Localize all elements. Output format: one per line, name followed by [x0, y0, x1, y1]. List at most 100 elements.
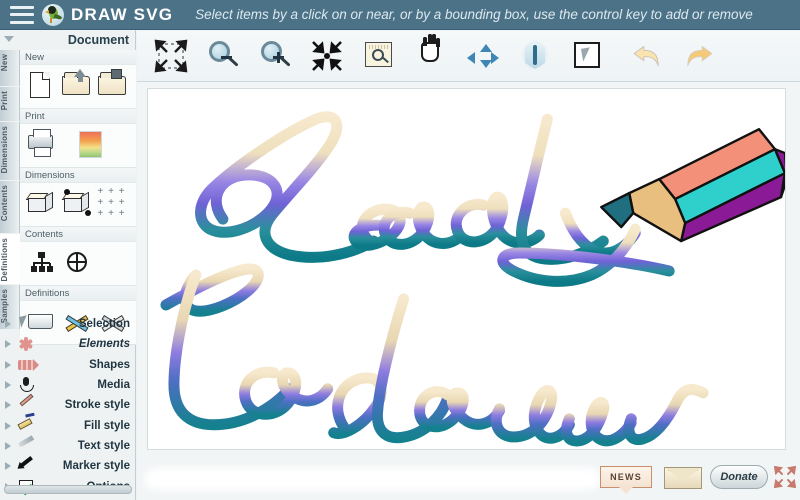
- structure-tree-icon[interactable]: [23, 245, 57, 281]
- canvas-artwork: [160, 111, 785, 447]
- drawing-canvas[interactable]: [147, 88, 786, 450]
- app-header: DRAW SVG Select items by a click on or n…: [0, 0, 800, 30]
- sidebar-item-label: Elements: [78, 338, 130, 351]
- expand-triangle-icon: [5, 381, 11, 390]
- tab-definitions-label: Definitions: [0, 238, 9, 282]
- expand-triangle-icon: [5, 421, 11, 430]
- pan-button[interactable]: [413, 34, 449, 74]
- canvas-size-icon[interactable]: [23, 186, 57, 222]
- zoom-in-button[interactable]: [257, 38, 293, 74]
- save-file-icon[interactable]: [95, 68, 129, 104]
- marker-arrow-icon: [16, 456, 36, 475]
- flip-vertical-button[interactable]: [517, 38, 553, 74]
- export-image-icon[interactable]: [73, 127, 107, 163]
- paint-roller-icon: [16, 417, 36, 435]
- sidebar-vertical-tabs: New Print Dimensions Contents Definition…: [0, 50, 20, 329]
- canvas-viewport[interactable]: [137, 82, 800, 456]
- shapes-icon: [16, 356, 39, 374]
- expand-triangle-icon: [5, 360, 11, 369]
- sidebar-tool-panel: New Print Dimensions + + + + + + + + + C…: [20, 50, 136, 345]
- donate-button[interactable]: Donate: [710, 465, 768, 489]
- alignment-grid-icon[interactable]: + + + + + + + + +: [95, 186, 129, 222]
- flower-shape-icon: [16, 335, 36, 353]
- redo-button[interactable]: [681, 38, 717, 74]
- expand-triangle-icon: [5, 401, 11, 410]
- new-document-icon[interactable]: [23, 68, 57, 104]
- sidebar-item-label: Stroke style: [64, 399, 130, 412]
- expand-triangle-icon: [5, 441, 11, 450]
- tab-definitions[interactable]: Definitions: [0, 234, 20, 284]
- expand-arrows-icon: [154, 39, 188, 73]
- sidebar-item-stroke-style[interactable]: Stroke style: [0, 393, 136, 415]
- sidebar-item-marker-style[interactable]: Marker style: [0, 456, 136, 476]
- tab-dimensions-label: Dimensions: [0, 126, 9, 174]
- sidebar-accordion: Selection Elements Shapes Media Stroke s…: [0, 314, 136, 497]
- group-new-label: New: [20, 50, 136, 65]
- sidebar-item-label: Fill style: [83, 419, 130, 432]
- undo-arrow-icon: [633, 45, 659, 67]
- collapse-arrows-icon: [312, 41, 342, 71]
- resize-handles-icon[interactable]: [59, 186, 93, 222]
- donate-button-label: Donate: [720, 471, 758, 483]
- sidebar-item-media[interactable]: Media: [0, 375, 136, 395]
- expand-triangle-icon: [5, 320, 11, 329]
- news-button[interactable]: NEWS: [600, 466, 652, 494]
- tab-print-label: Print: [0, 91, 9, 111]
- sidebar-item-shapes[interactable]: Shapes: [0, 355, 136, 375]
- group-dimensions-label: Dimensions: [20, 168, 136, 183]
- fit-to-screen-button[interactable]: [153, 38, 189, 74]
- expand-triangle-icon: [5, 462, 11, 471]
- cursor-arrow-icon: [16, 315, 36, 333]
- sidebar-horizontal-scrollbar[interactable]: [4, 485, 132, 494]
- caret-down-icon[interactable]: [4, 36, 14, 42]
- sidebar-item-fill-style[interactable]: Fill style: [0, 415, 136, 435]
- quill-pen-icon: [16, 435, 36, 455]
- hamburger-menu-icon[interactable]: [10, 5, 34, 24]
- tab-contents-label: Contents: [0, 185, 9, 222]
- zoom-out-button[interactable]: [205, 38, 241, 74]
- document-panel-header: Document: [0, 30, 135, 50]
- zoom-area-button[interactable]: [361, 38, 397, 74]
- select-button[interactable]: [569, 38, 605, 74]
- print-icon[interactable]: [23, 127, 57, 163]
- sidebar-item-label: Media: [97, 379, 130, 392]
- sidebar-item-label: Marker style: [62, 460, 130, 473]
- left-sidebar: Document New Print Dimensions Contents D…: [0, 30, 136, 500]
- sidebar-item-label: Selection: [78, 318, 130, 331]
- contact-mail-button[interactable]: [664, 467, 702, 489]
- redo-arrow-icon: [687, 45, 713, 67]
- move-button[interactable]: [465, 38, 501, 74]
- sidebar-item-text-style[interactable]: Text style: [0, 435, 136, 456]
- page-title: Document: [67, 33, 129, 47]
- tab-new-label: New: [0, 54, 9, 72]
- sidebar-item-selection[interactable]: Selection: [0, 314, 136, 334]
- group-print-label: Print: [20, 109, 136, 124]
- globe-icon[interactable]: [59, 245, 93, 281]
- sidebar-item-elements[interactable]: Elements: [0, 334, 136, 354]
- drawsvg-bird-logo: [42, 3, 64, 26]
- group-dimensions: Dimensions + + + + + + + + +: [20, 168, 136, 227]
- fullscreen-button[interactable]: [773, 465, 797, 489]
- pencil-icon: [16, 393, 36, 414]
- sidebar-item-label: Shapes: [89, 358, 130, 371]
- zoom-to-point-button[interactable]: [309, 38, 345, 74]
- status-hint-text: Select items by a click on or near, or b…: [195, 7, 753, 22]
- group-contents: Contents: [20, 227, 136, 286]
- main-toolbar: [137, 31, 800, 82]
- news-button-label: NEWS: [610, 472, 642, 482]
- bottom-bar: NEWS Donate: [137, 456, 800, 500]
- group-contents-label: Contents: [20, 227, 136, 242]
- microphone-icon: [16, 376, 36, 394]
- group-print: Print: [20, 109, 136, 168]
- tab-new[interactable]: New: [0, 50, 20, 86]
- group-new: New: [20, 50, 136, 109]
- redacted-status-strip: [145, 468, 600, 490]
- tab-print[interactable]: Print: [0, 87, 20, 121]
- tab-contents[interactable]: Contents: [0, 181, 20, 233]
- sidebar-item-label: Text style: [77, 439, 130, 452]
- undo-button[interactable]: [629, 38, 665, 74]
- open-file-icon[interactable]: [59, 68, 93, 104]
- drawsvg-application: DRAW SVG Select items by a click on or n…: [0, 0, 800, 500]
- tab-dimensions[interactable]: Dimensions: [0, 122, 20, 180]
- expand-triangle-icon: [5, 340, 11, 349]
